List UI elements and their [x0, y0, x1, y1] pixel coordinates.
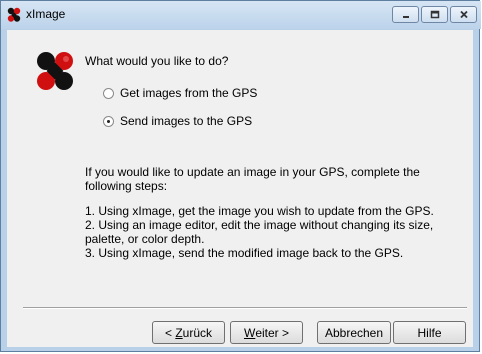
back-button[interactable]: < Zurück: [152, 321, 225, 344]
window-title: xImage: [26, 7, 66, 21]
maximize-button[interactable]: [421, 6, 448, 23]
radio-send-images[interactable]: Send images to the GPS: [103, 114, 252, 128]
next-button[interactable]: Weiter >: [230, 321, 303, 344]
next-mnemonic: W: [243, 325, 256, 340]
title-bar[interactable]: xImage: [1, 1, 481, 29]
app-logo-icon: [7, 7, 21, 22]
help-button[interactable]: Hilfe: [393, 321, 466, 344]
minimize-icon: [402, 15, 409, 18]
help-label: Hilfe: [417, 325, 442, 340]
cancel-button[interactable]: Abbrechen: [317, 321, 391, 344]
back-label-rest: urück: [182, 325, 213, 340]
radio-label-send[interactable]: Send images to the GPS: [120, 114, 252, 128]
dialog-window: xImage What would you like to do? Get im…: [0, 0, 481, 352]
cancel-label: Abbrechen: [324, 325, 384, 340]
close-button[interactable]: [450, 6, 477, 23]
separator: [23, 307, 467, 309]
minimize-button[interactable]: [392, 6, 419, 23]
radio-label-get[interactable]: Get images from the GPS: [120, 86, 257, 100]
back-mnemonic: Z: [175, 325, 183, 340]
question-label: What would you like to do?: [85, 54, 229, 68]
maximize-icon: [430, 10, 439, 19]
dialog-content: What would you like to do? Get images fr…: [7, 30, 473, 347]
step-item: 3. Using xImage, send the modified image…: [85, 246, 404, 260]
close-icon: [459, 10, 468, 19]
step-item: 1. Using xImage, get the image you wish …: [85, 204, 434, 218]
radio-get-images[interactable]: Get images from the GPS: [103, 86, 257, 100]
xgps-logo-icon: [37, 52, 73, 90]
radio-button-get[interactable]: [103, 87, 114, 99]
back-prefix: <: [164, 325, 176, 340]
radio-button-send[interactable]: [103, 115, 114, 127]
step-item: 2. Using an image editor, edit the image…: [85, 218, 434, 246]
steps-list: 1. Using xImage, get the image you wish …: [85, 204, 465, 260]
next-label-rest: eiter >: [255, 325, 289, 340]
info-text: If you would like to update an image in …: [85, 165, 420, 193]
